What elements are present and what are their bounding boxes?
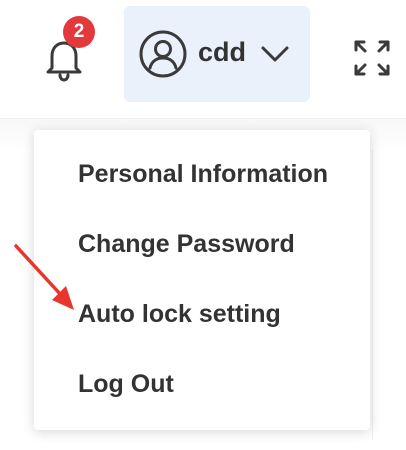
fullscreen-button[interactable]: [350, 36, 394, 80]
username-label: cdd: [198, 37, 247, 67]
menu-item-log-out[interactable]: Log Out: [34, 356, 370, 412]
menu-item-personal-information[interactable]: Personal Information: [34, 146, 370, 202]
menu-item-change-password[interactable]: Change Password: [34, 216, 370, 272]
user-circle-icon: [139, 30, 187, 78]
user-menu-trigger[interactable]: cdd: [124, 6, 310, 102]
chevron-down-icon: [261, 46, 289, 62]
fullscreen-icon: [354, 40, 390, 76]
user-dropdown-menu: Personal Information Change Password Aut…: [34, 130, 370, 430]
content-edge-line: [372, 150, 373, 440]
notification-count-badge: 2: [63, 16, 95, 48]
notification-bell-button[interactable]: 2: [40, 16, 95, 84]
menu-item-auto-lock-setting[interactable]: Auto lock setting: [34, 286, 370, 342]
